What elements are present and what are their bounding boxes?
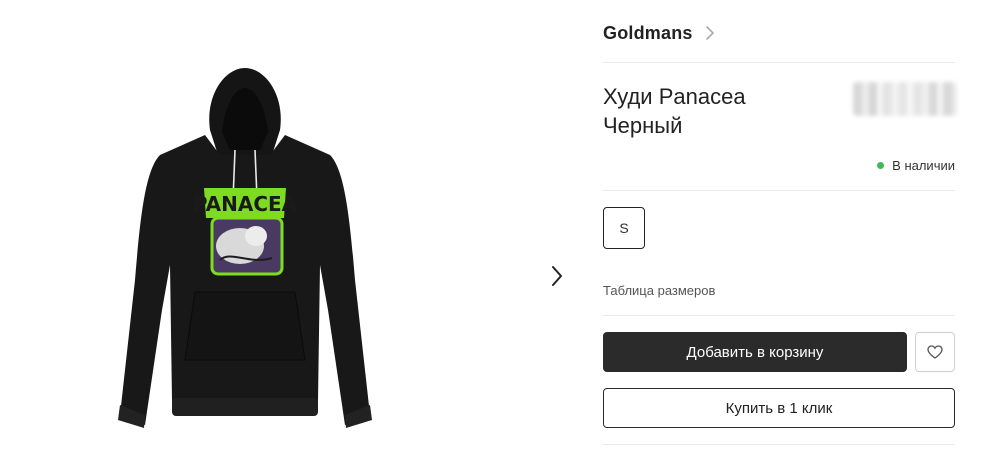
chevron-right-icon	[705, 26, 714, 40]
product-title: Худи Panacea Черный	[603, 82, 833, 140]
brand-link[interactable]: Goldmans	[603, 18, 715, 48]
size-option-s[interactable]: S	[603, 207, 645, 249]
size-chart-link[interactable]: Таблица размеров	[603, 283, 715, 298]
product-info: Goldmans Худи Panacea Черный В наличии S…	[603, 0, 957, 468]
divider	[603, 62, 955, 63]
add-to-cart-button[interactable]: Добавить в корзину	[603, 332, 907, 372]
print-text: PANACEA	[193, 192, 298, 216]
divider	[603, 315, 955, 316]
product-gallery: PANACEA	[0, 0, 580, 468]
product-title-line2: Черный	[603, 113, 683, 138]
brand-name: Goldmans	[603, 22, 693, 43]
divider	[603, 444, 955, 445]
chevron-right-icon	[552, 266, 562, 286]
price-blurred	[853, 82, 957, 116]
stock-label: В наличии	[892, 158, 955, 173]
product-image[interactable]: PANACEA	[100, 60, 390, 440]
wishlist-button[interactable]	[915, 332, 955, 372]
heart-icon	[927, 345, 943, 359]
product-title-line1: Худи Panacea	[603, 84, 746, 109]
buy-one-click-button[interactable]: Купить в 1 клик	[603, 388, 955, 428]
stock-status: В наличии	[877, 158, 955, 173]
product-page: PANACEA Goldmans Худи Panacea Черный В н…	[0, 0, 994, 468]
stock-dot-icon	[877, 162, 885, 169]
divider	[603, 190, 955, 191]
gallery-next-button[interactable]	[546, 262, 568, 290]
